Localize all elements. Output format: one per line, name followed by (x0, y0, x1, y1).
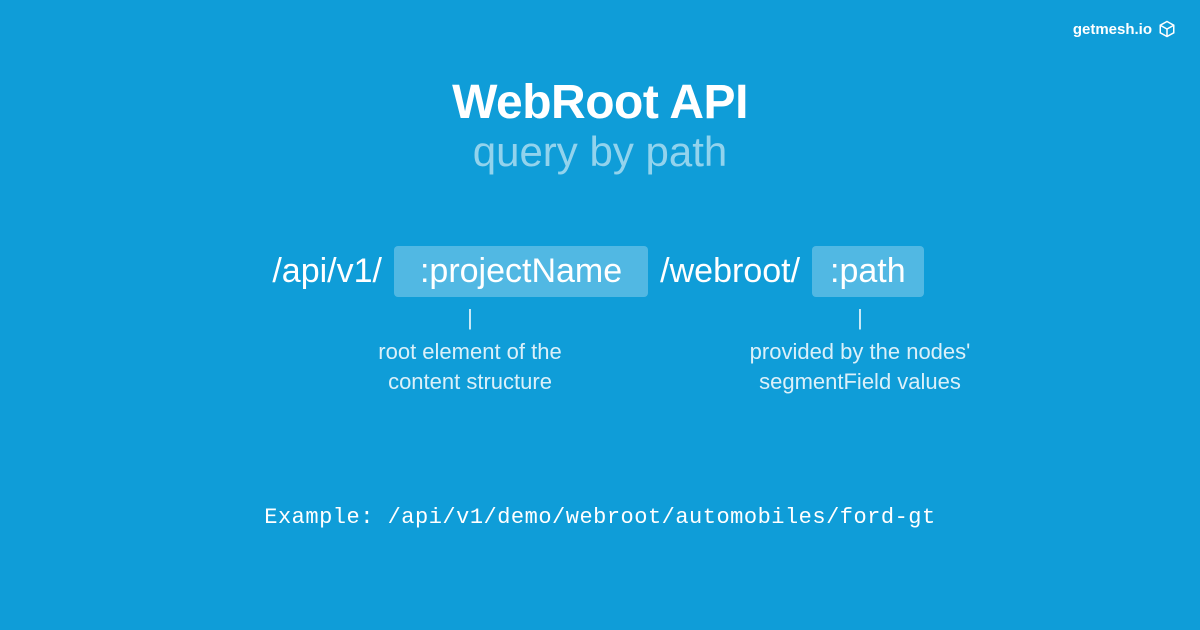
annotation-path: | provided by the nodes' segmentField va… (720, 307, 1000, 396)
connector-line-icon: | (720, 307, 1000, 329)
annotation-path-line1: provided by the nodes' (720, 337, 1000, 367)
brand-badge: getmesh.io (1073, 20, 1176, 38)
annotation-path-line2: segmentField values (720, 367, 1000, 397)
url-pattern: /api/v1/ :projectName /webroot/ :path (0, 246, 1200, 297)
example-row: Example: /api/v1/demo/webroot/automobile… (0, 505, 1200, 530)
annotation-project: | root element of the content structure (330, 307, 610, 396)
title-block: WebRoot API query by path (0, 0, 1200, 176)
annotation-project-line1: root element of the (330, 337, 610, 367)
param-path: :path (812, 246, 924, 297)
example-value: /api/v1/demo/webroot/automobiles/ford-gt (388, 505, 936, 530)
annotation-project-line2: content structure (330, 367, 610, 397)
pattern-mid: /webroot/ (658, 252, 802, 291)
brand-label: getmesh.io (1073, 21, 1152, 38)
example-label: Example: (264, 505, 374, 530)
connector-line-icon: | (330, 307, 610, 329)
param-project-name: :projectName (394, 246, 648, 297)
page-subtitle: query by path (0, 128, 1200, 176)
pattern-prefix: /api/v1/ (270, 252, 384, 291)
mesh-logo-icon (1158, 20, 1176, 38)
page-title: WebRoot API (0, 75, 1200, 130)
